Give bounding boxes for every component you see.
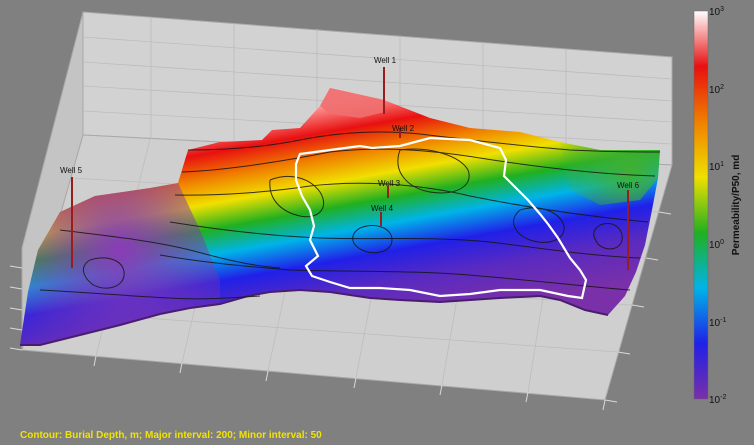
colorbar-bar [693, 10, 709, 400]
surface-visualization: Well 1 Well 2 Well 3 Well 4 Well 5 Well … [9, 6, 742, 411]
colorbar-tick-label: 103 [709, 6, 724, 18]
colorbar-ticks: 103 102 101 100 10-1 10-2 [709, 6, 726, 406]
well-label: Well 6 [617, 181, 640, 190]
contour-caption: Contour: Burial Depth, m; Major interval… [20, 430, 322, 441]
well-label: Well 5 [60, 166, 83, 175]
colorbar-tick-label: 10-1 [709, 317, 726, 329]
colorbar-tick-label: 100 [709, 239, 724, 251]
colorbar-tick-label: 102 [709, 84, 724, 96]
well-label: Well 3 [378, 179, 401, 188]
colorbar-tick-label: 10-2 [709, 394, 726, 406]
colorbar-title: Permeability/P50, md [731, 155, 742, 256]
colorbar: 103 102 101 100 10-1 10-2 Permeability/P… [693, 6, 742, 406]
well-label: Well 4 [371, 204, 394, 213]
well-label: Well 2 [392, 124, 415, 133]
colorbar-tick-label: 101 [709, 161, 724, 173]
well-label: Well 1 [374, 56, 397, 65]
